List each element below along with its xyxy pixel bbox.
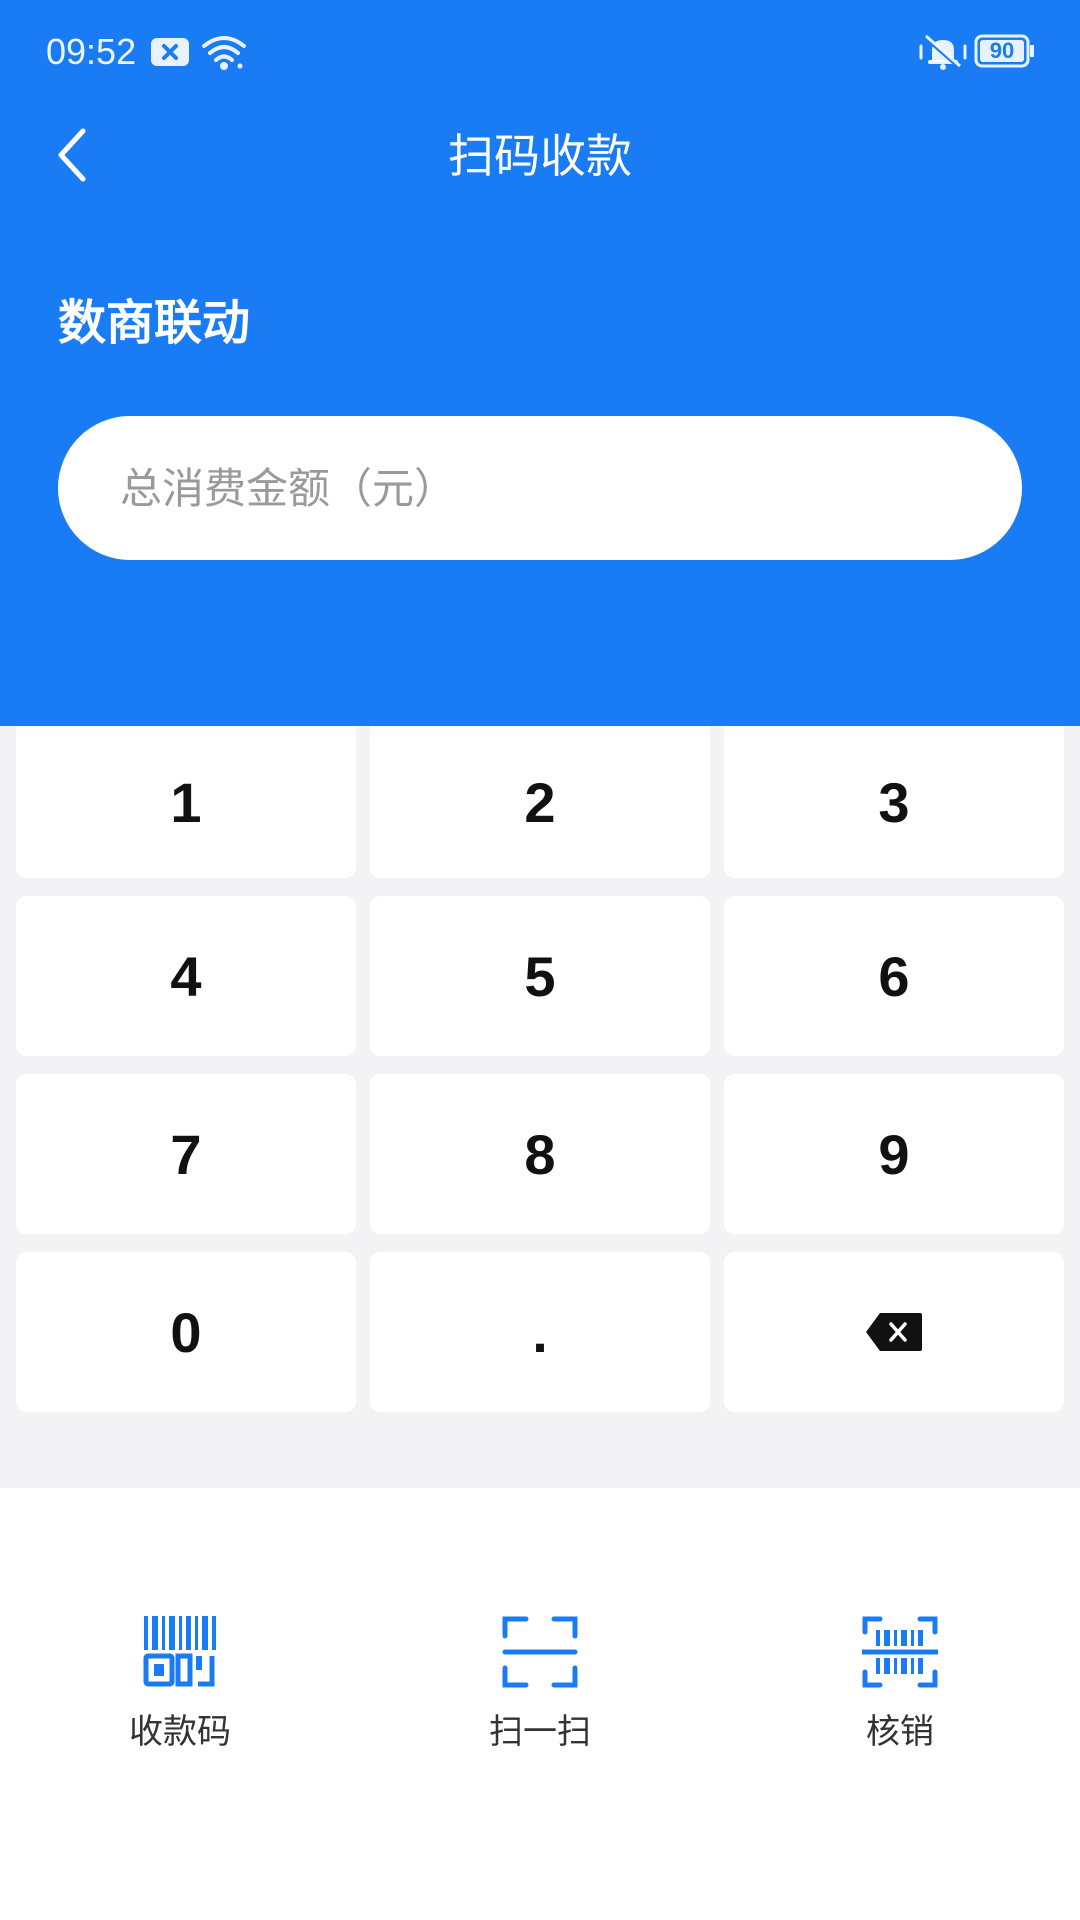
battery-level: 90 [989, 38, 1015, 63]
verify-label: 核销 [866, 1712, 934, 1752]
key-7[interactable]: 7 [16, 1074, 356, 1234]
key-4[interactable]: 4 [16, 896, 356, 1056]
header: 09:52 90 扫码收款 数商联动 总消费金额（元） [0, 0, 1080, 726]
key-1[interactable]: 1 [16, 726, 356, 878]
scan-label: 扫一扫 [489, 1712, 591, 1752]
payment-code-label: 收款码 [129, 1712, 231, 1752]
key-5[interactable]: 5 [370, 896, 710, 1056]
key-3[interactable]: 3 [724, 726, 1064, 878]
key-decimal[interactable]: . [370, 1252, 710, 1412]
payment-qr-code-icon [143, 1616, 216, 1687]
verify-button[interactable]: 核销 [750, 1616, 1050, 1776]
scan-button[interactable]: 扫一扫 [390, 1616, 690, 1776]
vibrate-mute-icon [918, 32, 968, 76]
key-6[interactable]: 6 [724, 896, 1064, 1056]
key-0[interactable]: 0 [16, 1252, 356, 1412]
notification-app-icon [150, 36, 190, 72]
wifi-icon [200, 32, 248, 76]
key-9[interactable]: 9 [724, 1074, 1064, 1234]
status-bar: 09:52 90 [0, 0, 1080, 104]
amount-field-container[interactable] [58, 416, 1022, 560]
bottom-action-bar: 收款码 扫一扫 核销 [0, 1488, 1080, 1920]
backspace-icon [866, 1313, 922, 1351]
key-backspace[interactable] [724, 1252, 1064, 1412]
scan-frame-icon [502, 1616, 578, 1688]
key-8[interactable]: 8 [370, 1074, 710, 1234]
chevron-left-icon [58, 128, 86, 182]
back-button[interactable] [36, 120, 106, 190]
key-2[interactable]: 2 [370, 726, 710, 878]
merchant-name: 数商联动 [58, 295, 251, 351]
page-title: 扫码收款 [448, 129, 632, 183]
numeric-keypad: 1 2 3 4 5 6 7 8 9 0 . [0, 726, 1080, 1488]
payment-code-button[interactable]: 收款码 [30, 1616, 330, 1776]
amount-input[interactable] [118, 457, 962, 519]
barcode-verify-icon [862, 1616, 938, 1688]
battery-icon: 90 [974, 34, 1036, 68]
status-time: 09:52 [46, 31, 137, 72]
